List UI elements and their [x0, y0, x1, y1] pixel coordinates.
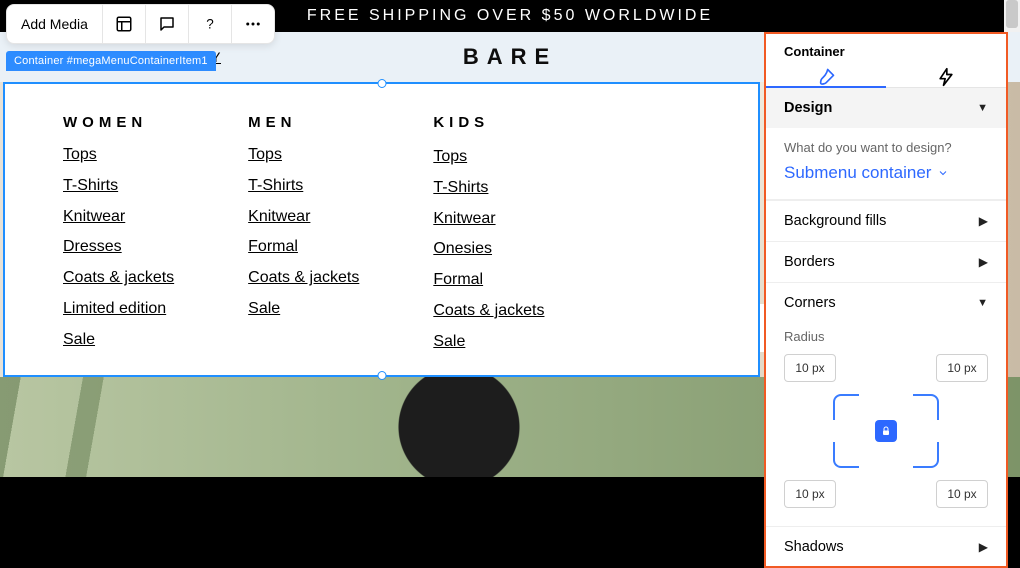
radius-tr-input[interactable]: 10 px	[936, 354, 988, 382]
mega-link[interactable]: T-Shirts	[433, 176, 544, 201]
design-target-value: Submenu container	[784, 163, 931, 183]
tab-animation[interactable]	[886, 67, 1006, 87]
panel-title: Container	[766, 34, 1006, 67]
radius-label: Radius	[784, 329, 988, 344]
scrollbar-thumb[interactable]	[1006, 0, 1018, 28]
radius-tl-input[interactable]: 10 px	[784, 354, 836, 382]
svg-text:?: ?	[206, 17, 214, 32]
comment-icon	[158, 15, 176, 33]
mega-col-title: WOMEN	[63, 114, 174, 131]
section-corners[interactable]: Corners ▼	[766, 283, 1006, 323]
design-question: What do you want to design?	[784, 140, 988, 155]
scrollbar-track[interactable]	[1004, 0, 1020, 32]
mega-col-kids: KIDS Tops T-Shirts Knitwear Onesies Form…	[433, 114, 544, 375]
layout-button[interactable]	[103, 5, 146, 43]
bolt-icon	[936, 67, 956, 87]
mega-link[interactable]: T-Shirts	[63, 174, 174, 199]
section-background-fills[interactable]: Background fills ▶	[766, 201, 1006, 241]
brush-icon	[816, 67, 836, 87]
mega-link[interactable]: Tops	[63, 143, 174, 168]
mega-link[interactable]: Sale	[63, 328, 174, 353]
corner-bracket-br	[913, 442, 939, 468]
section-background-fills-label: Background fills	[784, 213, 886, 229]
mega-link[interactable]: T-Shirts	[248, 174, 359, 199]
section-corners-label: Corners	[784, 295, 836, 311]
mega-link[interactable]: Onesies	[433, 237, 544, 262]
radius-tr-value: 10 px	[947, 361, 976, 375]
section-design-label: Design	[784, 100, 832, 116]
mega-link[interactable]: Coats & jackets	[433, 299, 544, 324]
more-button[interactable]	[232, 5, 274, 43]
mega-link[interactable]: Formal	[248, 235, 359, 260]
add-media-label: Add Media	[21, 16, 88, 32]
inspector-panel: Container Design ▼ What do you want to d…	[764, 32, 1008, 568]
radius-tl-value: 10 px	[795, 361, 824, 375]
lock-corners-button[interactable]	[875, 420, 897, 442]
radius-bl-input[interactable]: 10 px	[784, 480, 836, 508]
mega-link[interactable]: Limited edition	[63, 297, 174, 322]
mega-link[interactable]: Formal	[433, 268, 544, 293]
chevron-right-icon: ▶	[979, 255, 988, 269]
section-shadows[interactable]: Shadows ▶	[766, 527, 1006, 567]
resize-handle-bottom[interactable]	[377, 371, 386, 380]
section-borders-label: Borders	[784, 254, 835, 270]
mega-link[interactable]: Sale	[248, 297, 359, 322]
panel-tabs	[766, 67, 1006, 88]
radius-br-input[interactable]: 10 px	[936, 480, 988, 508]
comment-button[interactable]	[146, 5, 189, 43]
section-borders[interactable]: Borders ▶	[766, 242, 1006, 282]
mega-link[interactable]: Tops	[433, 145, 544, 170]
mega-link[interactable]: Tops	[248, 143, 359, 168]
mega-col-title: KIDS	[433, 114, 544, 131]
mega-menu-container[interactable]: WOMEN Tops T-Shirts Knitwear Dresses Coa…	[3, 82, 760, 377]
mega-col-women: WOMEN Tops T-Shirts Knitwear Dresses Coa…	[63, 114, 174, 375]
corner-bracket-tr	[913, 394, 939, 420]
chevron-down-icon	[937, 167, 949, 179]
selection-chip: Container #megaMenuContainerItem1	[6, 51, 216, 71]
add-media-button[interactable]: Add Media	[7, 5, 103, 43]
caret-down-icon: ▼	[977, 297, 988, 309]
selection-chip-label: Container #megaMenuContainerItem1	[14, 55, 208, 67]
more-icon	[244, 15, 262, 33]
corner-bracket-bl	[833, 442, 859, 468]
lock-icon	[880, 425, 892, 437]
mega-link[interactable]: Coats & jackets	[248, 266, 359, 291]
mega-link[interactable]: Dresses	[63, 235, 174, 260]
promo-banner-text: FREE SHIPPING OVER $50 WORLDWIDE	[307, 7, 713, 25]
resize-handle-top[interactable]	[377, 79, 386, 88]
tab-design[interactable]	[766, 67, 886, 87]
section-shadows-label: Shadows	[784, 539, 844, 555]
caret-down-icon: ▼	[977, 102, 988, 114]
mega-link[interactable]: Sale	[433, 330, 544, 355]
section-design[interactable]: Design ▼	[766, 88, 1006, 128]
mega-col-men: MEN Tops T-Shirts Knitwear Formal Coats …	[248, 114, 359, 375]
mega-col-title: MEN	[248, 114, 359, 131]
mega-link[interactable]: Knitwear	[63, 205, 174, 230]
radius-bl-value: 10 px	[795, 487, 824, 501]
mega-link[interactable]: Knitwear	[248, 205, 359, 230]
corners-body: Radius 10 px 10 px 10 px 10 px	[766, 323, 1006, 526]
radius-br-value: 10 px	[947, 487, 976, 501]
corner-bracket-tl	[833, 394, 859, 420]
context-toolbar: Add Media ?	[6, 4, 275, 44]
chevron-right-icon: ▶	[979, 540, 988, 554]
help-button[interactable]: ?	[189, 5, 232, 43]
mega-link[interactable]: Knitwear	[433, 207, 544, 232]
help-icon: ?	[201, 15, 219, 33]
chevron-right-icon: ▶	[979, 214, 988, 228]
design-target-dropdown[interactable]: Submenu container	[784, 163, 988, 183]
mega-link[interactable]: Coats & jackets	[63, 266, 174, 291]
layout-icon	[115, 15, 133, 33]
corner-preview	[833, 394, 939, 468]
site-logo: BARE	[463, 44, 557, 70]
design-target-subsection: What do you want to design? Submenu cont…	[766, 128, 1006, 200]
